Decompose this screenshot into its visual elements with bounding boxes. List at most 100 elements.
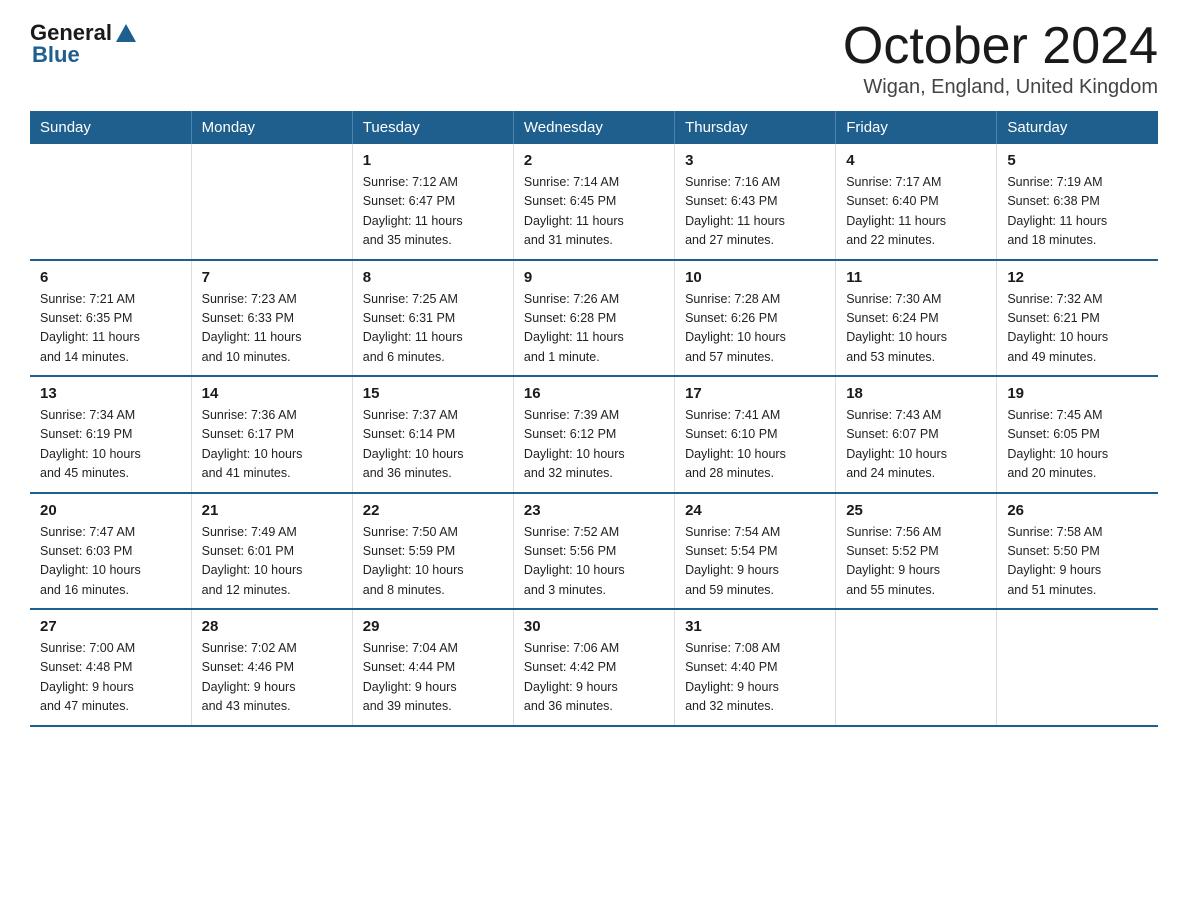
- day-info: Sunrise: 7:32 AM Sunset: 6:21 PM Dayligh…: [1007, 290, 1148, 368]
- day-info: Sunrise: 7:54 AM Sunset: 5:54 PM Dayligh…: [685, 523, 825, 601]
- calendar-header-friday: Friday: [836, 111, 997, 144]
- day-number: 6: [40, 269, 181, 286]
- calendar-header-monday: Monday: [191, 111, 352, 144]
- day-info: Sunrise: 7:04 AM Sunset: 4:44 PM Dayligh…: [363, 639, 503, 717]
- month-title: October 2024: [843, 20, 1158, 72]
- day-info: Sunrise: 7:08 AM Sunset: 4:40 PM Dayligh…: [685, 639, 825, 717]
- day-info: Sunrise: 7:52 AM Sunset: 5:56 PM Dayligh…: [524, 523, 664, 601]
- logo-blue-text: Blue: [32, 42, 80, 68]
- day-number: 16: [524, 385, 664, 402]
- calendar-day-cell: 13 Sunrise: 7:34 AM Sunset: 6:19 PM Dayli…: [30, 376, 191, 493]
- day-number: 29: [363, 618, 503, 635]
- page-header: General Blue October 2024 Wigan, England…: [30, 20, 1158, 99]
- calendar-day-cell: 12Sunrise: 7:32 AM Sunset: 6:21 PM Dayli…: [997, 260, 1158, 377]
- calendar-week-row: 6 Sunrise: 7:21 AM Sunset: 6:35 PM Daylig…: [30, 260, 1158, 377]
- day-info: Sunrise: 7:50 AM Sunset: 5:59 PM Dayligh…: [363, 523, 503, 601]
- day-info: Sunrise: 7:34 AM Sunset: 6:19 PM Dayligh…: [40, 406, 181, 484]
- day-info: Sunrise: 7:21 AM Sunset: 6:35 PM Dayligh…: [40, 290, 181, 368]
- calendar-day-cell: 2Sunrise: 7:14 AM Sunset: 6:45 PM Daylig…: [513, 144, 674, 260]
- calendar-day-cell: 10 Sunrise: 7:28 AM Sunset: 6:26 PM Dayli…: [675, 260, 836, 377]
- logo: General Blue: [30, 20, 136, 68]
- calendar-day-cell: 31Sunrise: 7:08 AM Sunset: 4:40 PM Dayli…: [675, 609, 836, 726]
- calendar-day-cell: 11 Sunrise: 7:30 AM Sunset: 6:24 PM Dayli…: [836, 260, 997, 377]
- calendar-day-cell: 9Sunrise: 7:26 AM Sunset: 6:28 PM Daylig…: [513, 260, 674, 377]
- day-number: 11: [846, 269, 986, 286]
- day-number: 30: [524, 618, 664, 635]
- day-info: Sunrise: 7:45 AM Sunset: 6:05 PM Dayligh…: [1007, 406, 1148, 484]
- day-number: 22: [363, 502, 503, 519]
- calendar-day-cell: 1 Sunrise: 7:12 AM Sunset: 6:47 PM Daylig…: [352, 144, 513, 260]
- day-number: 26: [1007, 502, 1148, 519]
- day-info: Sunrise: 7:28 AM Sunset: 6:26 PM Dayligh…: [685, 290, 825, 368]
- day-info: Sunrise: 7:36 AM Sunset: 6:17 PM Dayligh…: [202, 406, 342, 484]
- day-info: Sunrise: 7:47 AM Sunset: 6:03 PM Dayligh…: [40, 523, 181, 601]
- calendar-header-saturday: Saturday: [997, 111, 1158, 144]
- day-info: Sunrise: 7:56 AM Sunset: 5:52 PM Dayligh…: [846, 523, 986, 601]
- day-info: Sunrise: 7:19 AM Sunset: 6:38 PM Dayligh…: [1007, 173, 1148, 251]
- calendar-header-row: SundayMondayTuesdayWednesdayThursdayFrid…: [30, 111, 1158, 144]
- day-info: Sunrise: 7:37 AM Sunset: 6:14 PM Dayligh…: [363, 406, 503, 484]
- calendar-day-cell: 22 Sunrise: 7:50 AM Sunset: 5:59 PM Dayli…: [352, 493, 513, 610]
- calendar-day-cell: 3 Sunrise: 7:16 AM Sunset: 6:43 PM Daylig…: [675, 144, 836, 260]
- day-number: 17: [685, 385, 825, 402]
- day-number: 5: [1007, 152, 1148, 169]
- calendar-day-cell: 18 Sunrise: 7:43 AM Sunset: 6:07 PM Dayli…: [836, 376, 997, 493]
- day-info: Sunrise: 7:16 AM Sunset: 6:43 PM Dayligh…: [685, 173, 825, 251]
- day-number: 4: [846, 152, 986, 169]
- day-info: Sunrise: 7:06 AM Sunset: 4:42 PM Dayligh…: [524, 639, 664, 717]
- day-info: Sunrise: 7:43 AM Sunset: 6:07 PM Dayligh…: [846, 406, 986, 484]
- day-info: Sunrise: 7:25 AM Sunset: 6:31 PM Dayligh…: [363, 290, 503, 368]
- title-block: October 2024 Wigan, England, United King…: [843, 20, 1158, 99]
- calendar-day-cell: 14 Sunrise: 7:36 AM Sunset: 6:17 PM Dayli…: [191, 376, 352, 493]
- calendar-day-cell: 4Sunrise: 7:17 AM Sunset: 6:40 PM Daylig…: [836, 144, 997, 260]
- day-number: 14: [202, 385, 342, 402]
- day-number: 15: [363, 385, 503, 402]
- calendar-header-tuesday: Tuesday: [352, 111, 513, 144]
- calendar-day-cell: 30 Sunrise: 7:06 AM Sunset: 4:42 PM Dayli…: [513, 609, 674, 726]
- calendar-empty-cell: [30, 144, 191, 260]
- day-info: Sunrise: 7:23 AM Sunset: 6:33 PM Dayligh…: [202, 290, 342, 368]
- day-info: Sunrise: 7:12 AM Sunset: 6:47 PM Dayligh…: [363, 173, 503, 251]
- calendar-day-cell: 8 Sunrise: 7:25 AM Sunset: 6:31 PM Daylig…: [352, 260, 513, 377]
- day-info: Sunrise: 7:26 AM Sunset: 6:28 PM Dayligh…: [524, 290, 664, 368]
- calendar-day-cell: 19 Sunrise: 7:45 AM Sunset: 6:05 PM Dayli…: [997, 376, 1158, 493]
- calendar-header-thursday: Thursday: [675, 111, 836, 144]
- day-number: 2: [524, 152, 664, 169]
- calendar-day-cell: 28 Sunrise: 7:02 AM Sunset: 4:46 PM Dayli…: [191, 609, 352, 726]
- day-number: 1: [363, 152, 503, 169]
- calendar-header-wednesday: Wednesday: [513, 111, 674, 144]
- calendar-day-cell: 21 Sunrise: 7:49 AM Sunset: 6:01 PM Dayli…: [191, 493, 352, 610]
- day-number: 3: [685, 152, 825, 169]
- calendar-day-cell: 20 Sunrise: 7:47 AM Sunset: 6:03 PM Dayli…: [30, 493, 191, 610]
- calendar-header-sunday: Sunday: [30, 111, 191, 144]
- day-number: 19: [1007, 385, 1148, 402]
- day-info: Sunrise: 7:39 AM Sunset: 6:12 PM Dayligh…: [524, 406, 664, 484]
- calendar-empty-cell: [191, 144, 352, 260]
- calendar-day-cell: 29 Sunrise: 7:04 AM Sunset: 4:44 PM Dayli…: [352, 609, 513, 726]
- day-info: Sunrise: 7:00 AM Sunset: 4:48 PM Dayligh…: [40, 639, 181, 717]
- day-number: 20: [40, 502, 181, 519]
- day-number: 10: [685, 269, 825, 286]
- calendar-day-cell: 23Sunrise: 7:52 AM Sunset: 5:56 PM Dayli…: [513, 493, 674, 610]
- calendar-day-cell: 15 Sunrise: 7:37 AM Sunset: 6:14 PM Dayli…: [352, 376, 513, 493]
- calendar-empty-cell: [836, 609, 997, 726]
- calendar-day-cell: 24Sunrise: 7:54 AM Sunset: 5:54 PM Dayli…: [675, 493, 836, 610]
- day-number: 18: [846, 385, 986, 402]
- day-number: 25: [846, 502, 986, 519]
- day-info: Sunrise: 7:02 AM Sunset: 4:46 PM Dayligh…: [202, 639, 342, 717]
- calendar-empty-cell: [997, 609, 1158, 726]
- calendar-day-cell: 16 Sunrise: 7:39 AM Sunset: 6:12 PM Dayli…: [513, 376, 674, 493]
- day-number: 7: [202, 269, 342, 286]
- day-info: Sunrise: 7:49 AM Sunset: 6:01 PM Dayligh…: [202, 523, 342, 601]
- day-number: 8: [363, 269, 503, 286]
- day-number: 21: [202, 502, 342, 519]
- day-number: 28: [202, 618, 342, 635]
- day-info: Sunrise: 7:41 AM Sunset: 6:10 PM Dayligh…: [685, 406, 825, 484]
- calendar-day-cell: 17 Sunrise: 7:41 AM Sunset: 6:10 PM Dayli…: [675, 376, 836, 493]
- day-info: Sunrise: 7:30 AM Sunset: 6:24 PM Dayligh…: [846, 290, 986, 368]
- calendar-day-cell: 25 Sunrise: 7:56 AM Sunset: 5:52 PM Dayli…: [836, 493, 997, 610]
- calendar-week-row: 27Sunrise: 7:00 AM Sunset: 4:48 PM Dayli…: [30, 609, 1158, 726]
- day-number: 13: [40, 385, 181, 402]
- calendar-day-cell: 26Sunrise: 7:58 AM Sunset: 5:50 PM Dayli…: [997, 493, 1158, 610]
- calendar-week-row: 13 Sunrise: 7:34 AM Sunset: 6:19 PM Dayli…: [30, 376, 1158, 493]
